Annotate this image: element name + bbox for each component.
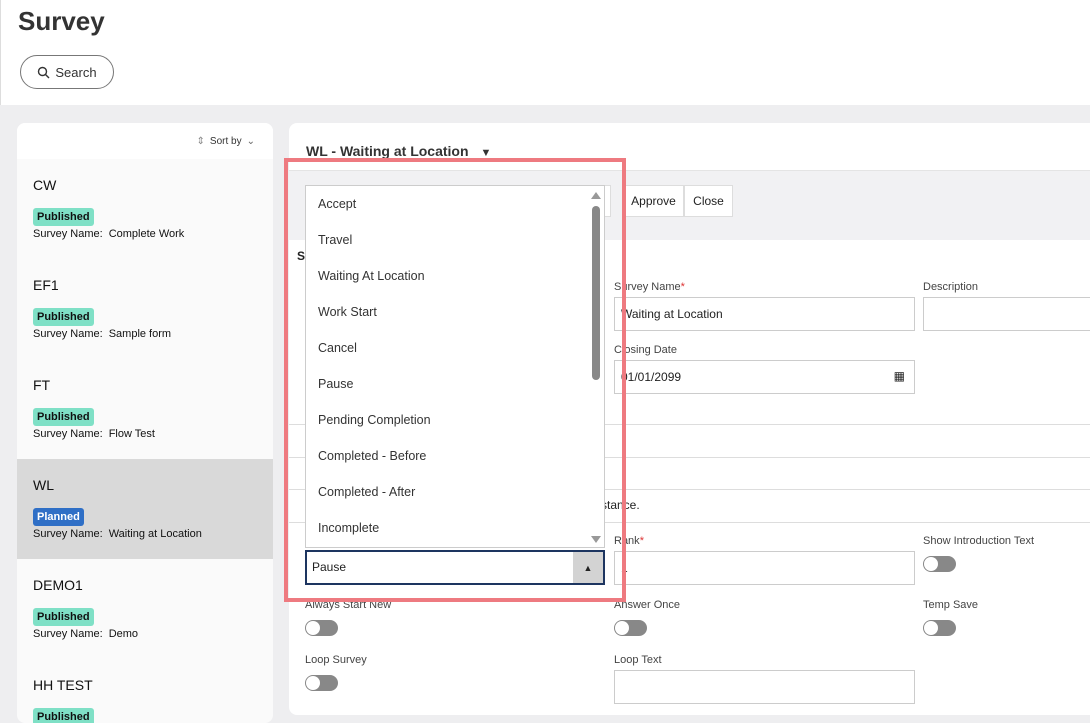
survey-code: EF1 [33, 277, 59, 293]
status-badge: Planned [33, 508, 84, 526]
show-intro-label: Show Introduction Text [923, 535, 1035, 547]
loop-survey-label: Loop Survey [305, 654, 367, 666]
survey-name: Survey Name: Waiting at Location [33, 528, 202, 540]
survey-list-item[interactable]: WL Planned Survey Name: Waiting at Locati… [17, 459, 273, 559]
answer-once-toggle[interactable] [614, 620, 647, 636]
survey-name: Survey Name: Flow Test [33, 428, 155, 440]
survey-code: FT [33, 377, 51, 393]
chevron-down-icon: ⌄ [246, 135, 255, 147]
survey-name: Survey Name: Sample form [33, 328, 172, 340]
survey-name-input[interactable]: Waiting at Location [614, 297, 915, 331]
search-icon [38, 66, 50, 78]
status-badge: Published [33, 308, 94, 326]
loop-text-input[interactable] [614, 670, 915, 704]
show-intro-toggle[interactable] [923, 556, 956, 572]
survey-list-item[interactable]: CW Published Survey Name: Complete Work [17, 159, 273, 259]
status-badge: Published [33, 608, 94, 626]
loop-text-label: Loop Text [614, 654, 662, 666]
closing-date-input[interactable]: 01/01/2099 ▦ [614, 360, 915, 394]
sort-icon: ⇕ [196, 135, 205, 147]
survey-code: WL [33, 477, 54, 493]
close-button[interactable]: Close [684, 185, 733, 217]
calendar-icon[interactable]: ▦ [894, 369, 905, 383]
sort-label: Sort by [209, 135, 242, 147]
description-input[interactable] [923, 297, 1090, 331]
status-badge: Published [33, 408, 94, 426]
temp-save-label: Temp Save [923, 599, 979, 611]
survey-name: Survey Name: Complete Work [33, 228, 185, 240]
survey-code: HH TEST [33, 677, 93, 693]
survey-code: DEMO1 [33, 577, 83, 593]
page-title: Survey [18, 6, 105, 36]
survey-list: ⇕ Sort by ⌄ CW Published Survey Name: Com… [17, 123, 273, 723]
search-button[interactable]: Search [20, 55, 114, 89]
description-label: Description [923, 281, 979, 293]
always-start-new-toggle[interactable] [305, 620, 338, 636]
survey-list-item[interactable]: HH TEST Published Survey Name: [17, 659, 273, 723]
approve-button[interactable]: Approve [623, 185, 684, 217]
page-header: Survey Search [0, 0, 1090, 105]
highlight-box [284, 158, 626, 602]
survey-title-dropdown[interactable]: WL - Waiting at Location ▼ [306, 143, 491, 159]
survey-title: WL - Waiting at Location [306, 143, 469, 159]
search-label: Search [55, 64, 97, 80]
temp-save-toggle[interactable] [923, 620, 956, 636]
status-badge: Published [33, 208, 94, 226]
survey-list-item[interactable]: FT Published Survey Name: Flow Test [17, 359, 273, 459]
closing-date-value: 01/01/2099 [621, 370, 682, 384]
survey-list-item[interactable]: EF1 Published Survey Name: Sample form [17, 259, 273, 359]
survey-name: Survey Name: Demo [33, 628, 139, 640]
survey-list-item[interactable]: DEMO1 Published Survey Name: Demo [17, 559, 273, 659]
survey-code: CW [33, 177, 57, 193]
loop-survey-toggle[interactable] [305, 675, 338, 691]
rank-input[interactable]: 1 [614, 551, 915, 585]
status-badge: Published [33, 708, 94, 723]
sort-by-button[interactable]: ⇕ Sort by ⌄ [17, 123, 273, 159]
